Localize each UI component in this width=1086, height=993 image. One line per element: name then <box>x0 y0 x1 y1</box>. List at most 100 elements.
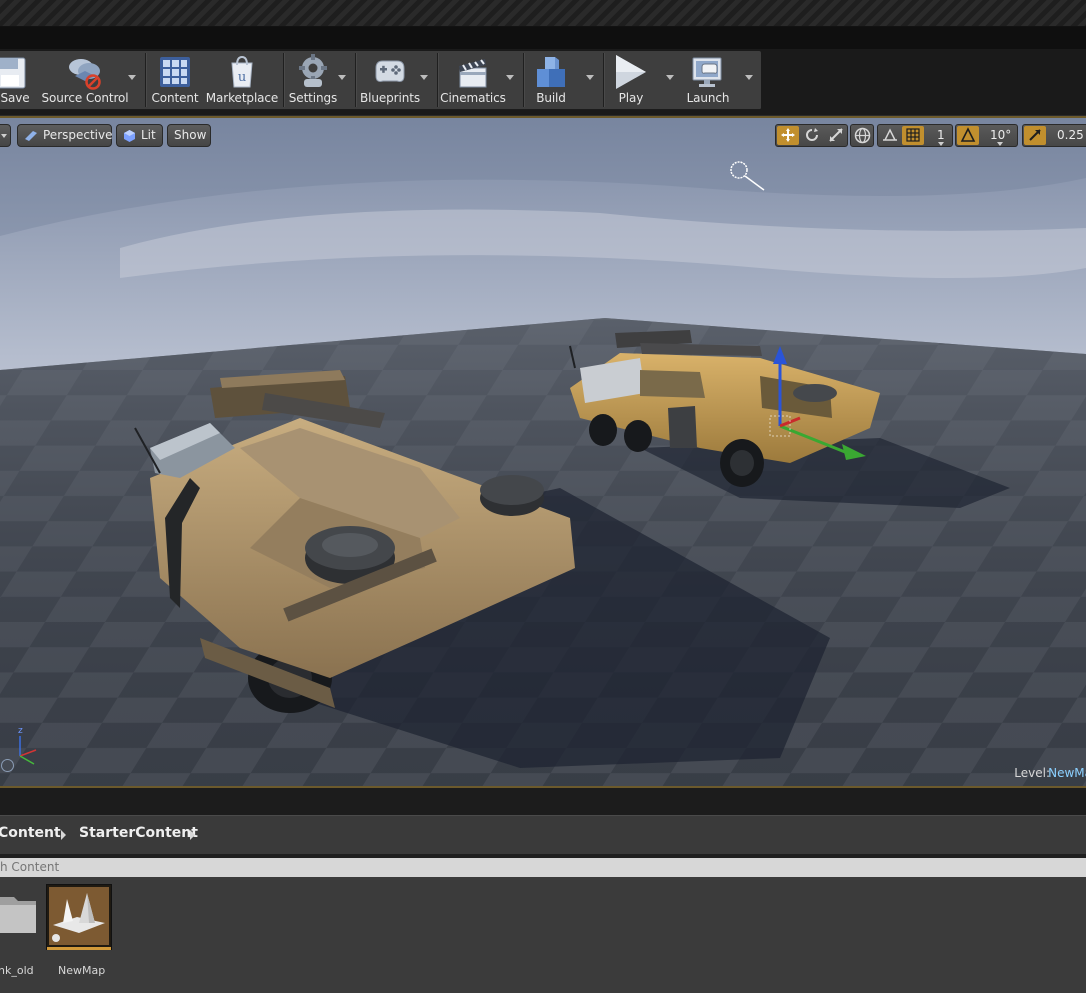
angle-icon <box>960 127 976 142</box>
chevron-down-icon[interactable] <box>938 142 944 146</box>
breadcrumb-startercontent[interactable]: StarterContent <box>79 825 198 841</box>
globe-icon <box>854 127 871 144</box>
surface-snap-icon <box>883 128 897 141</box>
asset-label: NewMap <box>58 964 106 977</box>
toolbar-divider <box>0 113 1086 115</box>
lit-icon <box>124 130 135 142</box>
toolbar-separator <box>437 53 438 107</box>
content-button[interactable]: Content <box>150 51 200 109</box>
chevron-down-icon <box>1 134 7 138</box>
settings-dropdown-arrow[interactable] <box>338 75 346 80</box>
scale-icon <box>829 128 843 142</box>
level-viewport[interactable]: z Perspective Lit Show 1 10° 0.25 Level:… <box>0 118 1086 786</box>
rotation-snap-group: 10° <box>955 124 1018 147</box>
build-dropdown-arrow[interactable] <box>586 75 594 80</box>
breadcrumb-arrow-icon[interactable] <box>61 830 66 840</box>
play-button[interactable]: Play <box>607 51 655 109</box>
marketplace-button[interactable]: u Marketplace <box>205 51 279 109</box>
transform-mode-group <box>775 124 848 147</box>
content-icon <box>160 57 190 87</box>
perspective-label: Perspective <box>43 128 113 142</box>
main-toolbar: Save Source Control Content u Marketplac… <box>0 51 761 110</box>
scale-snap-group: 0.25 <box>1022 124 1086 147</box>
chevron-down-icon[interactable] <box>997 142 1003 146</box>
surface-snap-button[interactable] <box>879 126 901 145</box>
build-label: Build <box>536 91 566 105</box>
translate-mode-button[interactable] <box>777 126 799 145</box>
svg-text:u: u <box>238 70 246 85</box>
grid-icon <box>906 128 920 142</box>
play-label: Play <box>618 91 644 105</box>
rotation-snap-toggle[interactable] <box>957 126 979 145</box>
asset-label: nk_old <box>0 964 34 977</box>
coordinate-system-button[interactable] <box>850 124 874 147</box>
rotation-snap-value[interactable]: 10° <box>990 128 1011 142</box>
cinematics-button[interactable]: Cinematics <box>440 51 506 109</box>
perspective-button[interactable]: Perspective <box>17 124 113 147</box>
content-label: Content <box>151 91 199 105</box>
marketplace-label: Marketplace <box>205 91 279 105</box>
axis-z-label: z <box>18 726 23 736</box>
level-name: NewMa <box>1048 766 1086 780</box>
build-icon <box>537 57 565 87</box>
source-control-dropdown-arrow[interactable] <box>128 75 136 80</box>
cinematics-icon <box>459 59 487 88</box>
asset-grid: nk_old NewMap <box>0 877 1086 993</box>
asset-type-bar <box>47 947 111 950</box>
source-control-button[interactable]: Source Control <box>40 51 130 109</box>
breadcrumb-arrow-icon[interactable] <box>190 830 195 840</box>
lit-label: Lit <box>141 128 156 142</box>
save-icon <box>0 57 26 89</box>
breadcrumb: Content StarterContent <box>0 815 1086 855</box>
scale-snap-toggle[interactable] <box>1024 126 1046 145</box>
folder-icon <box>0 897 36 933</box>
save-label: Save <box>0 91 30 105</box>
source-control-icon <box>69 59 101 90</box>
blueprints-button[interactable]: Blueprints <box>358 51 422 109</box>
scale-snap-value[interactable]: 0.25 <box>1057 128 1084 142</box>
grid-snap-value[interactable]: 1 <box>937 128 945 142</box>
scale-mode-button[interactable] <box>825 126 847 145</box>
blueprints-dropdown-arrow[interactable] <box>420 75 428 80</box>
grid-snap-toggle[interactable] <box>902 126 924 145</box>
viewport-options-button[interactable] <box>0 124 11 147</box>
toolbar-separator <box>523 53 524 107</box>
asset-tile-folder[interactable]: nk_old <box>0 877 40 987</box>
play-dropdown-arrow[interactable] <box>666 75 674 80</box>
asset-tile-newmap[interactable]: NewMap <box>46 884 112 990</box>
marketplace-icon: u <box>231 55 253 88</box>
build-button[interactable]: Build <box>527 51 575 109</box>
source-control-label: Source Control <box>41 91 129 105</box>
show-button[interactable]: Show <box>167 124 211 147</box>
map-icon <box>49 887 109 945</box>
settings-label: Settings <box>288 91 338 105</box>
grid-snap-group: 1 <box>877 124 953 147</box>
launch-button[interactable]: Launch <box>684 51 732 109</box>
play-icon <box>616 55 646 89</box>
settings-icon <box>299 54 327 87</box>
save-button[interactable]: Save <box>0 51 30 109</box>
lit-button[interactable]: Lit <box>116 124 163 147</box>
viewport-scene <box>0 118 1086 786</box>
breadcrumb-content[interactable]: Content <box>0 825 61 841</box>
toolbar-separator <box>355 53 356 107</box>
toolbar-separator <box>283 53 284 107</box>
help-icon[interactable] <box>1 759 14 772</box>
perspective-icon <box>25 131 37 141</box>
blueprints-label: Blueprints <box>359 91 420 105</box>
rotate-mode-button[interactable] <box>801 126 823 145</box>
cinematics-label: Cinematics <box>440 91 506 105</box>
content-browser-header <box>0 788 1086 815</box>
settings-button[interactable]: Settings <box>287 51 339 109</box>
cinematics-dropdown-arrow[interactable] <box>506 75 514 80</box>
toolbar-separator <box>145 53 146 107</box>
asset-thumbnail <box>46 884 112 950</box>
launch-dropdown-arrow[interactable] <box>745 75 753 80</box>
launch-icon <box>692 57 722 87</box>
toolbar-separator <box>603 53 604 107</box>
show-label: Show <box>174 128 207 142</box>
move-icon <box>781 128 795 142</box>
launch-label: Launch <box>686 91 730 105</box>
search-input[interactable] <box>0 858 1086 877</box>
rotate-icon <box>806 128 818 141</box>
